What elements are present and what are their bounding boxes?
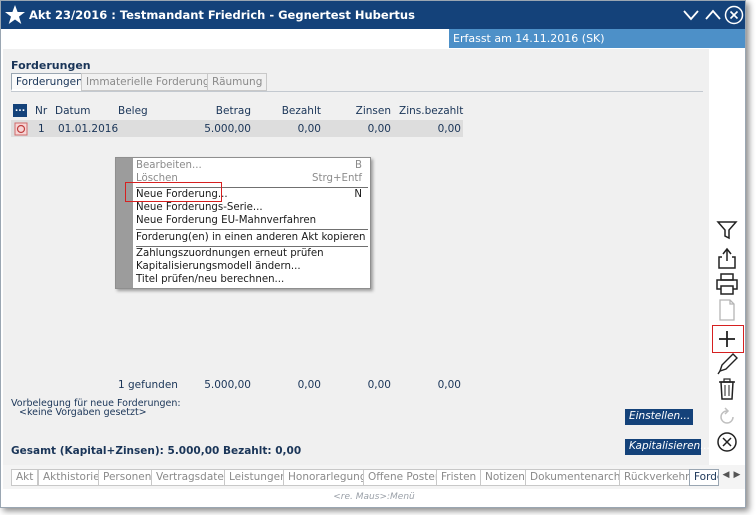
cell-datum: 01.01.2016	[58, 123, 119, 135]
bottom-tab-bar: Akt Akthistorie Personen Vertragsdaten L…	[3, 465, 745, 489]
status-bar: <re. Maus>:Menü	[333, 492, 415, 502]
header-datum: Datum	[55, 105, 91, 117]
cell-zinsen: 0,00	[367, 123, 391, 135]
star-icon[interactable]	[4, 4, 26, 26]
document-icon	[714, 297, 740, 323]
menu-item-neue-forderungs-serie[interactable]: Neue Forderungs-Serie...	[136, 202, 368, 216]
menu-item-titel-pruefen[interactable]: Titel prüfen/neu berechnen...	[136, 274, 368, 288]
window-title: Akt 23/2016 : Testmandant Friedrich - Ge…	[29, 8, 415, 22]
neue-forderung-highlight	[125, 182, 222, 202]
tab-offene-posten[interactable]: Offene Posten	[363, 469, 447, 486]
preset-value: <keine Vorgaben gesetzt>	[19, 407, 147, 418]
header-betrag: Betrag	[215, 105, 251, 117]
chevron-up-icon[interactable]	[703, 5, 723, 25]
menu-item-shortcut: N	[354, 189, 362, 200]
claim-icon	[14, 122, 28, 136]
cell-nr: 1	[38, 123, 45, 135]
close-icon[interactable]	[724, 5, 744, 25]
header-bezahlt: Bezahlt	[281, 105, 321, 117]
grand-total: Gesamt (Kapital+Zinsen): 5.000,00 Bezahl…	[11, 445, 302, 457]
close-circle-icon[interactable]	[714, 429, 740, 455]
tab-raeumung[interactable]: Räumung	[207, 73, 268, 91]
cell-bezahlt: 0,00	[297, 123, 321, 135]
header-nr: Nr	[35, 105, 48, 117]
menu-item-shortcut: Strg+Entf	[312, 173, 362, 184]
scroll-left-icon[interactable]: ◀	[721, 470, 731, 484]
refresh-icon	[714, 404, 740, 430]
title-bar: Akt 23/2016 : Testmandant Friedrich - Ge…	[1, 1, 745, 29]
tab-forderungen[interactable]: Forderungen	[11, 73, 88, 91]
print-icon[interactable]	[714, 271, 740, 297]
menu-item-label: Neue Forderungs-Serie...	[136, 202, 263, 213]
header-zinsen: Zinsen	[355, 105, 391, 117]
tab-rueckverkehr[interactable]: Rückverkehr	[619, 469, 695, 486]
found-count: 1 gefunden	[118, 379, 178, 391]
menu-separator	[136, 246, 368, 247]
menu-gutter	[116, 158, 133, 288]
right-toolbar	[709, 49, 745, 465]
total-zinsen: 0,00	[367, 379, 391, 391]
menu-item-zahlungszuordnungen[interactable]: Zahlungszuordnungen erneut prüfen	[136, 248, 368, 262]
menu-item-kapitalisierungsmodell[interactable]: Kapitalisierungsmodell ändern...	[136, 261, 368, 275]
add-icon-highlight	[712, 325, 744, 353]
context-menu: Bearbeiten... B Löschen Strg+Entf Neue For…	[115, 157, 371, 289]
column-menu-button[interactable]: ...	[13, 104, 27, 117]
menu-item-label: Forderung(en) in einen anderen Akt kopie…	[136, 232, 366, 243]
tab-personen[interactable]: Personen	[98, 469, 157, 486]
chevron-down-icon[interactable]	[681, 5, 701, 25]
kapitalisieren-button[interactable]: Kapitalisieren...	[625, 439, 710, 455]
menu-item-label: Kapitalisierungsmodell ändern...	[136, 261, 301, 272]
tab-akt[interactable]: Akt	[11, 469, 39, 486]
tab-fristen[interactable]: Fristen	[436, 469, 482, 486]
menu-item-kopieren[interactable]: Forderung(en) in einen anderen Akt kopie…	[136, 232, 368, 246]
scroll-right-icon[interactable]: ▶	[732, 470, 742, 484]
tab-divider	[11, 91, 703, 92]
application-window: Akt 23/2016 : Testmandant Friedrich - Ge…	[0, 0, 746, 508]
menu-separator	[136, 229, 368, 230]
tab-leistungen[interactable]: Leistungen	[224, 469, 292, 486]
menu-item-label: Bearbeiten...	[136, 160, 202, 171]
header-zins-bezahlt: Zins.bezahlt	[399, 105, 464, 117]
tab-honorarlegung[interactable]: Honorarlegung	[283, 469, 372, 486]
menu-item-shortcut: B	[355, 160, 362, 171]
section-title: Forderungen	[11, 59, 91, 72]
cell-betrag: 5.000,00	[204, 123, 251, 135]
menu-item-label: Titel prüfen/neu berechnen...	[136, 274, 285, 285]
info-bar: Erfasst am 14.11.2016 (SK)	[1, 29, 745, 49]
cell-zins-bezahlt: 0,00	[437, 123, 461, 135]
menu-item-neue-forderung-eu[interactable]: Neue Forderung EU-Mahnverfahren	[136, 215, 368, 229]
captured-info: Erfasst am 14.11.2016 (SK)	[449, 29, 745, 48]
menu-item-bearbeiten[interactable]: Bearbeiten... B	[136, 160, 368, 174]
delete-icon[interactable]	[714, 376, 740, 402]
filter-icon[interactable]	[714, 217, 740, 243]
menu-item-label: Zahlungszuordnungen erneut prüfen	[136, 248, 324, 259]
menu-item-label: Neue Forderung EU-Mahnverfahren	[136, 215, 317, 226]
share-icon[interactable]	[714, 245, 740, 271]
total-zins-bezahlt: 0,00	[437, 379, 461, 391]
tab-vertragsdaten[interactable]: Vertragsdaten	[151, 469, 236, 486]
einstellen-button[interactable]: Einstellen...	[625, 409, 693, 425]
tab-notizen[interactable]: Notizen	[480, 469, 530, 486]
edit-icon[interactable]	[714, 351, 740, 377]
tab-forderungen-bottom[interactable]: Forde	[689, 469, 719, 486]
header-beleg: Beleg	[118, 105, 148, 117]
tab-immaterielle-forderungen[interactable]: Immaterielle Forderungen	[81, 73, 228, 91]
tab-akthistorie[interactable]: Akthistorie	[38, 469, 105, 486]
total-bezahlt: 0,00	[297, 379, 321, 391]
total-betrag: 5.000,00	[204, 379, 251, 391]
